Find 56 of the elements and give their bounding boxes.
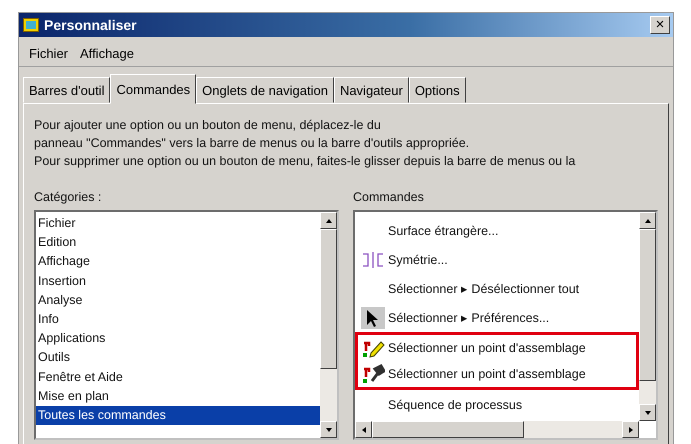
- scroll-button[interactable]: [355, 421, 372, 438]
- command-item[interactable]: Sélectionner un point d'assemblage: [355, 361, 639, 390]
- hammer-icon: [361, 363, 385, 385]
- categories-label: Catégories :: [34, 190, 102, 206]
- tab[interactable]: Onglets de navigation: [196, 77, 334, 103]
- triangle-icon: [360, 426, 368, 434]
- commands-label: Commandes: [353, 190, 425, 206]
- scroll-button[interactable]: [320, 212, 337, 229]
- commands-list[interactable]: Surface étrangère... Symétrie... Sélectionner ▸ Désélectionner tout Sélectionner ▸ Préférences... Sélectionner un point d'assemblage Sélectionner un point d'assemblage Séquence de processus: [353, 210, 658, 440]
- categories-list[interactable]: Fichier Edition Affichage Insertion Analyse Info Applications Outils Fenêtre et Aide Mise en plan Toutes les commandes: [34, 210, 339, 440]
- command-item[interactable]: Sélectionner ▸ Désélectionner tout: [355, 274, 639, 303]
- instruction-text: Pour ajouter une option ou un bouton de menu, déplacez-le du: [34, 117, 382, 134]
- symmetry-icon: [361, 250, 385, 270]
- tab[interactable]: Commandes: [110, 74, 196, 104]
- scroll-thumb[interactable]: [320, 229, 337, 369]
- scrollbar[interactable]: [639, 212, 656, 421]
- category-item[interactable]: Affichage: [36, 252, 320, 272]
- category-item[interactable]: Toutes les commandes: [36, 406, 320, 426]
- scroll-thumb[interactable]: [639, 229, 656, 381]
- scroll-button[interactable]: [639, 212, 656, 229]
- category-item[interactable]: Edition: [36, 233, 320, 252]
- pointer-icon: [361, 306, 385, 328]
- command-item[interactable]: Sélectionner un point d'assemblage: [355, 332, 639, 361]
- category-item[interactable]: Insertion: [36, 272, 320, 291]
- instruction-text: panneau "Commandes" vers la barre de menus ou la barre d'outils appropriée.: [34, 135, 470, 152]
- triangle-icon: [626, 426, 634, 434]
- menu-item[interactable]: Affichage: [76, 44, 138, 62]
- category-item[interactable]: Info: [36, 310, 320, 330]
- instruction-text: Pour supprimer une option ou un bouton de menu, faites-le glisser depuis la barre de menus ou la: [34, 153, 576, 170]
- category-item[interactable]: Mise en plan: [36, 386, 320, 406]
- triangle-icon: [324, 426, 332, 434]
- tab[interactable]: Options: [408, 77, 466, 103]
- close-button[interactable]: ×: [650, 16, 670, 34]
- window-icon: [23, 18, 39, 32]
- category-item[interactable]: Fichier: [36, 214, 320, 234]
- triangle-icon: [644, 216, 652, 224]
- scroll-button[interactable]: [622, 421, 639, 438]
- command-item[interactable]: Surface étrangère...: [355, 216, 639, 245]
- category-item[interactable]: Fenêtre et Aide: [36, 368, 320, 387]
- command-item[interactable]: Séquence de processus: [355, 390, 639, 419]
- tab[interactable]: Navigateur: [334, 77, 409, 103]
- scroll-thumb[interactable]: [372, 421, 524, 438]
- triangle-icon: [324, 216, 332, 224]
- scrollbar[interactable]: [320, 212, 337, 438]
- command-item[interactable]: Sélectionner ▸ Préférences...: [355, 303, 639, 332]
- menu-item[interactable]: Fichier: [25, 44, 72, 62]
- command-item[interactable]: Symétrie...: [355, 245, 639, 274]
- tab[interactable]: Barres d'outil: [23, 77, 110, 103]
- category-item[interactable]: Applications: [36, 329, 320, 348]
- window-title: Personnaliser: [44, 17, 138, 33]
- triangle-icon: [644, 408, 652, 416]
- scroll-button[interactable]: [320, 421, 337, 438]
- scroll-button[interactable]: [639, 404, 656, 421]
- category-item[interactable]: Analyse: [36, 290, 320, 310]
- category-item[interactable]: Outils: [36, 348, 320, 368]
- horizontal-scrollbar[interactable]: [355, 421, 639, 438]
